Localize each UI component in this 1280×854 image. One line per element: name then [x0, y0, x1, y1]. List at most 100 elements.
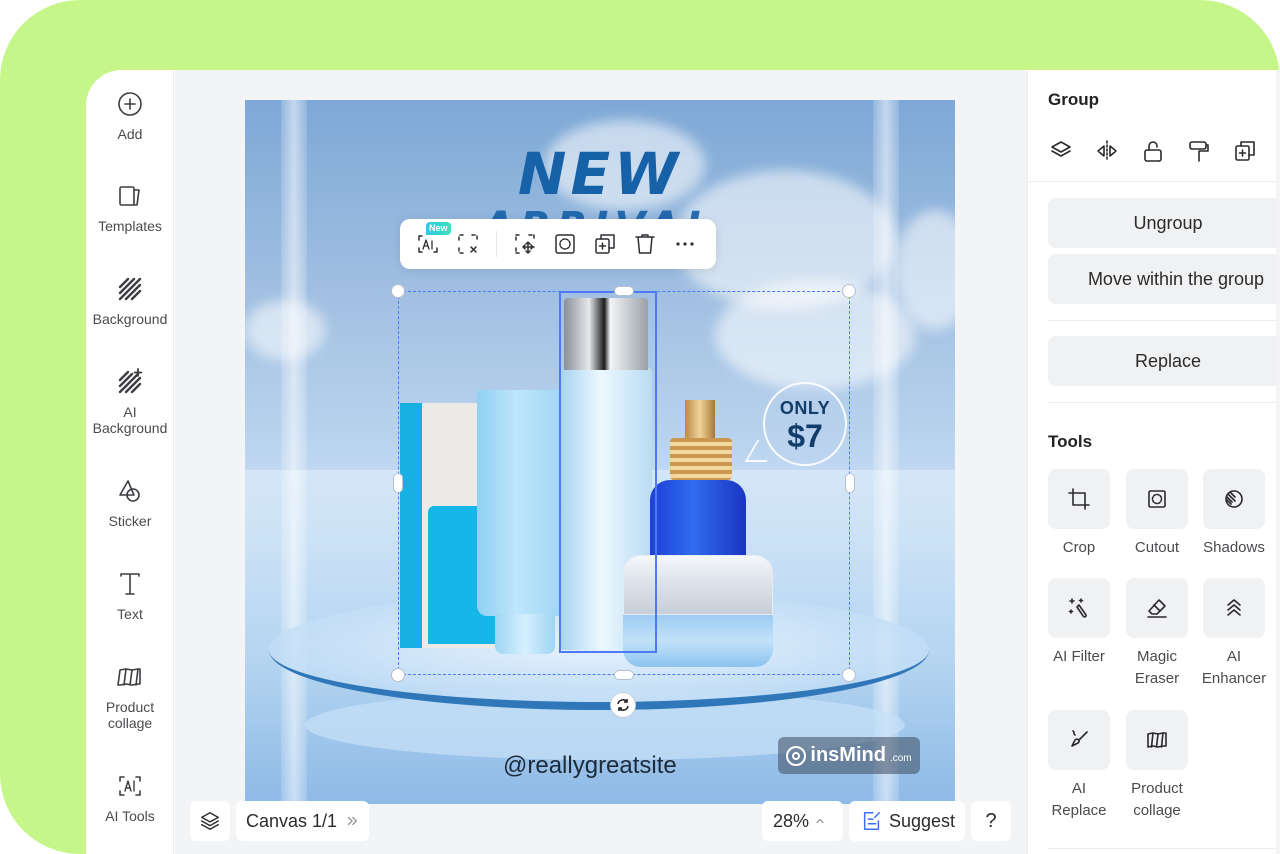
canvas-workspace: NEW ARRIVAL ONLY $7 @reallygreatsite ins… — [175, 70, 1027, 854]
more-dots-icon — [676, 242, 694, 246]
tool-label: AI Enhancer — [1201, 648, 1267, 687]
sidebar-item-label: Background — [92, 420, 168, 436]
replace-button[interactable]: Replace — [1048, 336, 1280, 386]
chevron-up-icon — [816, 818, 824, 824]
sidebar-item-add[interactable]: Add — [86, 90, 174, 142]
resize-handle-top-right[interactable] — [842, 284, 856, 298]
suggest-button[interactable]: Suggest — [849, 801, 965, 841]
duplicate-button[interactable] — [593, 232, 617, 256]
resize-handle-right[interactable] — [845, 473, 855, 493]
section-divider — [1048, 402, 1280, 403]
duplicate-icon — [595, 234, 615, 254]
sidebar-item-product-collage[interactable]: Product collage — [86, 663, 174, 731]
ai-frame-icon — [418, 235, 438, 253]
new-badge: New — [426, 222, 451, 235]
layers-button[interactable] — [190, 801, 230, 841]
group-quick-actions — [1048, 138, 1278, 164]
sidebar-item-ai-tools[interactable]: AI Tools — [86, 772, 174, 824]
duplicate-icon — [1235, 141, 1255, 161]
ai-background-icon — [116, 368, 144, 396]
suggest-feedback-icon — [863, 812, 881, 830]
left-sidebar: Add Templates Background AI Background S… — [86, 70, 174, 854]
group-section-title: Group — [1048, 90, 1099, 109]
panel-scrollbar[interactable] — [1276, 70, 1280, 854]
text-t-icon — [116, 570, 144, 598]
site-handle-text[interactable]: @reallygreatsite — [503, 752, 677, 780]
resize-handle-bottom-right[interactable] — [842, 668, 856, 682]
paint-roller-icon — [1189, 141, 1209, 162]
rotate-icon — [617, 699, 629, 711]
resize-handle-left[interactable] — [393, 473, 403, 493]
tool-shadows[interactable]: Shadows — [1203, 469, 1265, 559]
tool-cutout[interactable]: Cutout — [1126, 469, 1188, 559]
sidebar-item-sticker[interactable]: Sticker — [86, 477, 174, 529]
resize-handle-bottom[interactable] — [614, 670, 634, 680]
ai-tools-icon — [116, 772, 144, 800]
cutout-icon — [555, 234, 575, 254]
enhancer-chevrons-icon — [1227, 599, 1241, 616]
sidebar-item-text[interactable]: Text — [86, 570, 174, 622]
watermark-suffix: .com — [889, 753, 912, 764]
floating-toolbar: New — [400, 219, 716, 269]
chevron-double-right-icon — [347, 816, 358, 826]
more-button[interactable] — [673, 232, 697, 256]
section-divider — [1048, 848, 1280, 849]
properties-panel: Group Ungroup Move within the group Repl… — [1027, 70, 1280, 854]
sidebar-item-background[interactable]: Background — [86, 275, 174, 327]
duplicate-group-button[interactable] — [1232, 138, 1258, 164]
dashed-x-icon — [458, 234, 478, 254]
sidebar-item-label: Add — [117, 126, 143, 142]
resize-handle-bottom-left[interactable] — [391, 668, 405, 682]
tool-ai-filter[interactable]: AI Filter — [1048, 578, 1110, 668]
background-hatch-icon — [116, 275, 144, 303]
tool-ai-enhancer[interactable]: AI Enhancer — [1202, 578, 1266, 690]
layer-order-button[interactable] — [1048, 138, 1074, 164]
tool-magic-eraser[interactable]: Magic Eraser — [1126, 578, 1188, 690]
zoom-level: 28% — [773, 810, 810, 831]
rotate-handle[interactable] — [610, 692, 636, 718]
move-button[interactable] — [513, 232, 537, 256]
resize-handle-top-left[interactable] — [391, 284, 405, 298]
cutout-icon — [1148, 490, 1166, 508]
sidebar-item-label: Background — [92, 311, 168, 327]
selected-item-box[interactable] — [559, 291, 657, 653]
copy-style-button[interactable] — [1186, 138, 1212, 164]
flip-button[interactable] — [1094, 138, 1120, 164]
lock-button[interactable] — [1140, 138, 1166, 164]
trash-icon — [635, 234, 655, 254]
templates-icon — [116, 182, 144, 210]
section-divider — [1028, 181, 1280, 182]
tool-ai-replace[interactable]: AI Replace — [1048, 710, 1110, 822]
product-collage-icon — [1147, 732, 1167, 748]
delete-button[interactable] — [633, 232, 657, 256]
remove-selection-button[interactable] — [456, 232, 480, 256]
sidebar-item-label: collage — [107, 715, 153, 731]
help-icon: ? — [985, 809, 997, 832]
tools-section-title: Tools — [1048, 432, 1093, 451]
cutout-button[interactable] — [553, 232, 577, 256]
zoom-control[interactable]: 28% — [762, 801, 843, 841]
dashed-move-icon — [515, 234, 535, 254]
tool-label: Shadows — [1203, 539, 1265, 556]
canvas-pager-button[interactable]: Canvas 1/1 — [236, 801, 369, 841]
resize-handle-top[interactable] — [614, 286, 634, 296]
move-within-group-button[interactable]: Move within the group — [1048, 254, 1280, 304]
sidebar-item-ai-background[interactable]: AI Background — [86, 368, 174, 436]
unlock-icon — [1144, 141, 1162, 162]
tool-label: Crop — [1062, 539, 1096, 556]
brush-replace-icon — [1071, 730, 1088, 747]
headline-text[interactable]: NEW — [245, 140, 955, 208]
toolbar-divider — [496, 231, 497, 257]
tool-label: AI Filter — [1053, 648, 1105, 665]
eraser-icon — [1147, 599, 1167, 618]
tool-product-collage[interactable]: Product collage — [1126, 710, 1188, 822]
tool-crop[interactable]: Crop — [1048, 469, 1110, 559]
sidebar-item-templates[interactable]: Templates — [86, 182, 174, 234]
sidebar-item-label: Product — [105, 699, 155, 715]
magic-wand-icon — [1068, 598, 1087, 618]
help-button[interactable]: ? — [971, 801, 1011, 841]
sidebar-item-label: AI Tools — [105, 808, 155, 824]
tool-label: AI Replace — [1051, 780, 1107, 819]
ungroup-button[interactable]: Ungroup — [1048, 198, 1280, 248]
ai-edit-button[interactable]: New — [416, 222, 451, 256]
